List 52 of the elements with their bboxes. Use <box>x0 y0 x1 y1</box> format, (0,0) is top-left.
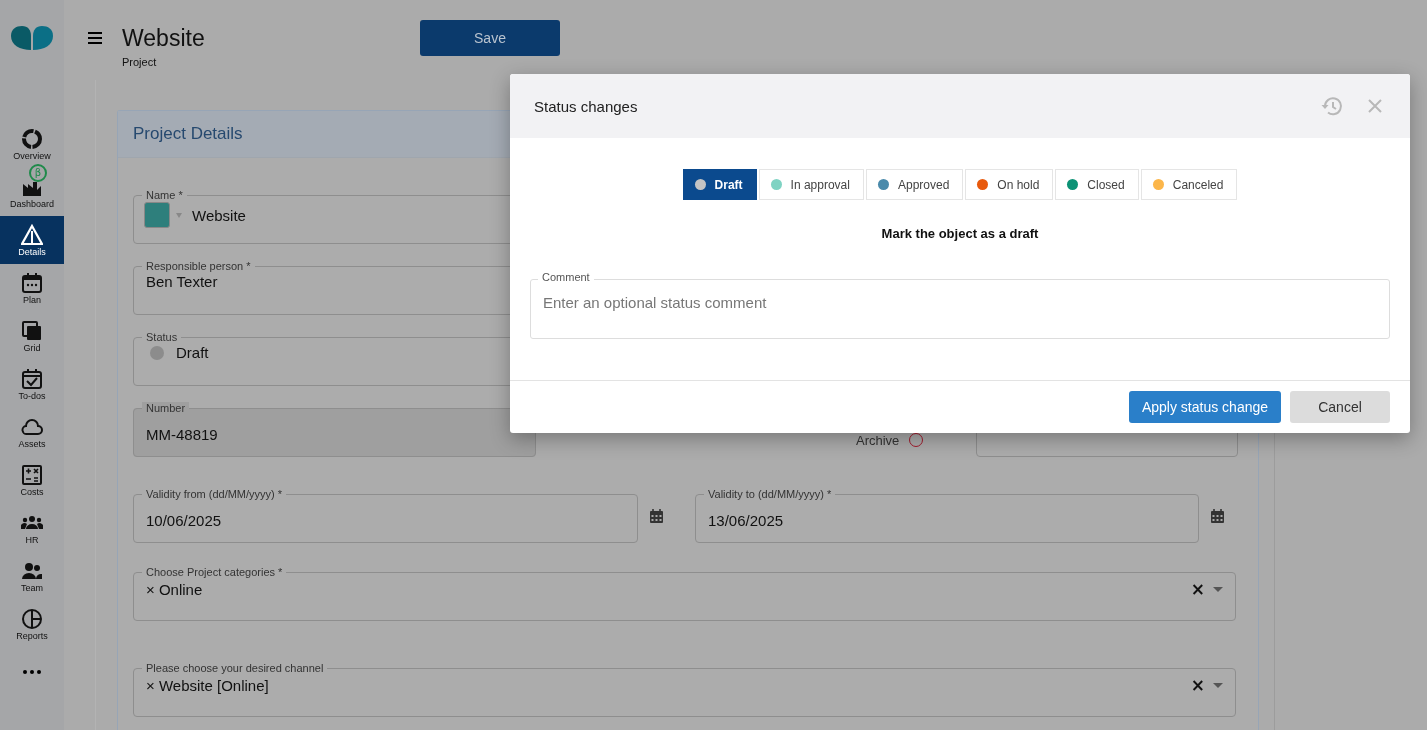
clear-icon[interactable]: × <box>1190 675 1205 695</box>
dialog-title: Status changes <box>534 97 639 115</box>
sidebar-item[interactable]: Details <box>0 216 64 264</box>
logo-icon <box>10 25 54 51</box>
sidebar-item[interactable]: Assets <box>0 408 64 456</box>
sidebar-item[interactable]: Team <box>0 552 64 600</box>
save-button[interactable]: Save <box>420 20 560 56</box>
calendar-icon <box>21 271 43 294</box>
status-tab[interactable]: In approval <box>758 169 864 200</box>
cancel-button[interactable]: Cancel <box>1290 391 1390 423</box>
clear-icon[interactable]: × <box>1190 579 1205 599</box>
sidebar-item[interactable]: To-dos <box>0 360 64 408</box>
caret-icon <box>176 212 182 218</box>
card-title: Project Details <box>133 124 243 144</box>
checklist-calendar-icon <box>21 367 43 390</box>
archive-label: Archive <box>856 432 900 448</box>
pie-icon <box>21 607 43 630</box>
sidebar-item[interactable]: Costs <box>0 456 64 504</box>
date-field[interactable]: Validity to (dd/MM/yyyy) * 13/06/2025 <box>695 488 1199 543</box>
status-tab[interactable]: Closed <box>1055 169 1139 200</box>
caret-icon[interactable] <box>1213 682 1223 688</box>
sidebar-item[interactable]: Reports <box>0 600 64 648</box>
calculator-icon <box>21 463 43 486</box>
calendar-icon[interactable] <box>1211 508 1224 523</box>
apply-button[interactable]: Apply status change <box>1129 391 1281 423</box>
caret-icon[interactable] <box>1213 586 1223 592</box>
status-description: Mark the object as a draft <box>881 226 1039 241</box>
menu-icon[interactable] <box>88 32 102 44</box>
page-subtitle: Project <box>122 56 158 68</box>
status-tab[interactable]: Canceled <box>1140 169 1238 200</box>
page-title: Website <box>122 24 206 52</box>
sidebar-item[interactable]: Grid <box>0 312 64 360</box>
select-field[interactable]: Please choose your desired channel × Website [Online] × <box>133 662 1236 717</box>
grid-icon <box>21 319 43 342</box>
status-tab[interactable]: Approved <box>865 169 964 200</box>
calendar-icon[interactable] <box>650 508 663 523</box>
close-icon[interactable] <box>1368 99 1382 113</box>
select-field[interactable]: Choose Project categories * × Online × <box>133 566 1236 621</box>
triangle-icon <box>21 223 43 246</box>
status-tab[interactable]: Draft <box>682 169 757 200</box>
beta-badge: β <box>29 164 47 182</box>
date-field[interactable]: Validity from (dd/MM/yyyy) * 10/06/2025 <box>133 488 638 543</box>
form-field: Number MM-48819 <box>133 402 536 457</box>
donut-icon <box>21 127 43 150</box>
selected-tag[interactable]: × Online <box>146 580 203 598</box>
status-tab[interactable]: On hold <box>965 169 1054 200</box>
selected-tag[interactable]: × Website [Online] <box>146 676 269 694</box>
history-icon[interactable] <box>1321 96 1343 116</box>
sidebar-item[interactable]: HR <box>0 504 64 552</box>
field-label: Comment <box>538 271 594 283</box>
sidebar-item[interactable]: Plan <box>0 264 64 312</box>
color-swatch[interactable] <box>144 202 170 228</box>
